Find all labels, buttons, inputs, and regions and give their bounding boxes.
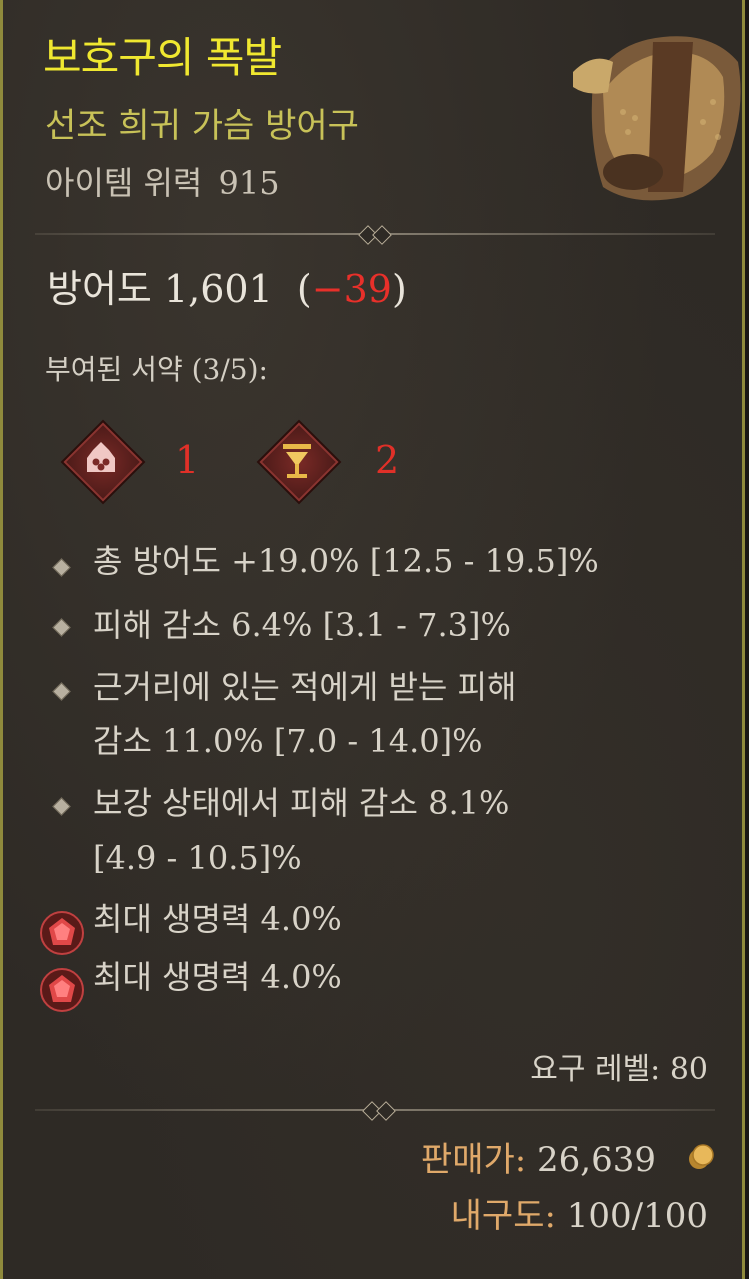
divider-bottom <box>35 1101 715 1121</box>
crown-sigil-icon <box>60 419 146 505</box>
sell-price: 판매가: 26,639 <box>421 1132 656 1181</box>
gold-coin-icon <box>689 1144 714 1169</box>
item-rarity-type: 선조 희귀 가슴 방어구 <box>45 106 359 146</box>
item-power-value: 915 <box>218 164 280 202</box>
affix-bullet-icon <box>52 558 71 577</box>
chest-armor-icon <box>573 36 741 201</box>
affix-bullet-icon <box>52 618 71 637</box>
divider-top <box>35 225 715 245</box>
sigil-count-1: 1 <box>175 438 200 482</box>
chalice-sigil-icon <box>256 419 342 505</box>
armor-stat: 방어도 1,601 (−39) <box>47 267 407 311</box>
item-power: 아이템 위력 915 <box>45 158 280 204</box>
gem-affix: 최대 생명력 4.0% <box>93 900 342 938</box>
ruby-gem-icon <box>40 968 84 1012</box>
level-requirement: 요구 레벨: 80 <box>530 1052 708 1087</box>
affix-line: 감소 11.0% [7.0 - 14.0]% <box>93 722 483 760</box>
affix-line: 피해 감소 6.4% [3.1 - 7.3]% <box>93 606 511 644</box>
affix-line: 총 방어도 +19.0% [12.5 - 19.5]% <box>93 542 599 580</box>
sigils-label: 부여된 서약 (3/5): <box>45 353 268 386</box>
affix-line: [4.9 - 10.5]% <box>93 839 302 877</box>
armor-value: 방어도 1,601 <box>47 267 273 311</box>
durability-value: 100/100 <box>566 1196 708 1236</box>
gem-affix: 최대 생명력 4.0% <box>93 958 342 996</box>
durability-label: 내구도: <box>450 1196 556 1236</box>
item-power-label: 아이템 위력 <box>45 164 203 202</box>
affix-line: 보강 상태에서 피해 감소 8.1% <box>93 784 510 822</box>
sell-label: 판매가: <box>420 1140 527 1180</box>
affix-bullet-icon <box>52 682 71 701</box>
ruby-gem-icon <box>40 911 84 955</box>
sell-value: 26,639 <box>537 1140 656 1180</box>
sigil-count-2: 2 <box>375 438 400 482</box>
item-name: 보호구의 폭발 <box>43 33 282 82</box>
affix-line: 근거리에 있는 적에게 받는 피해 <box>93 668 517 706</box>
armor-diff: −39 <box>311 267 392 311</box>
affix-bullet-icon <box>52 797 71 816</box>
durability: 내구도: 100/100 <box>451 1188 708 1237</box>
item-tooltip: 보호구의 폭발 선조 희귀 가슴 방어구 아이템 위력 915 방어도 1,60… <box>0 0 745 1279</box>
